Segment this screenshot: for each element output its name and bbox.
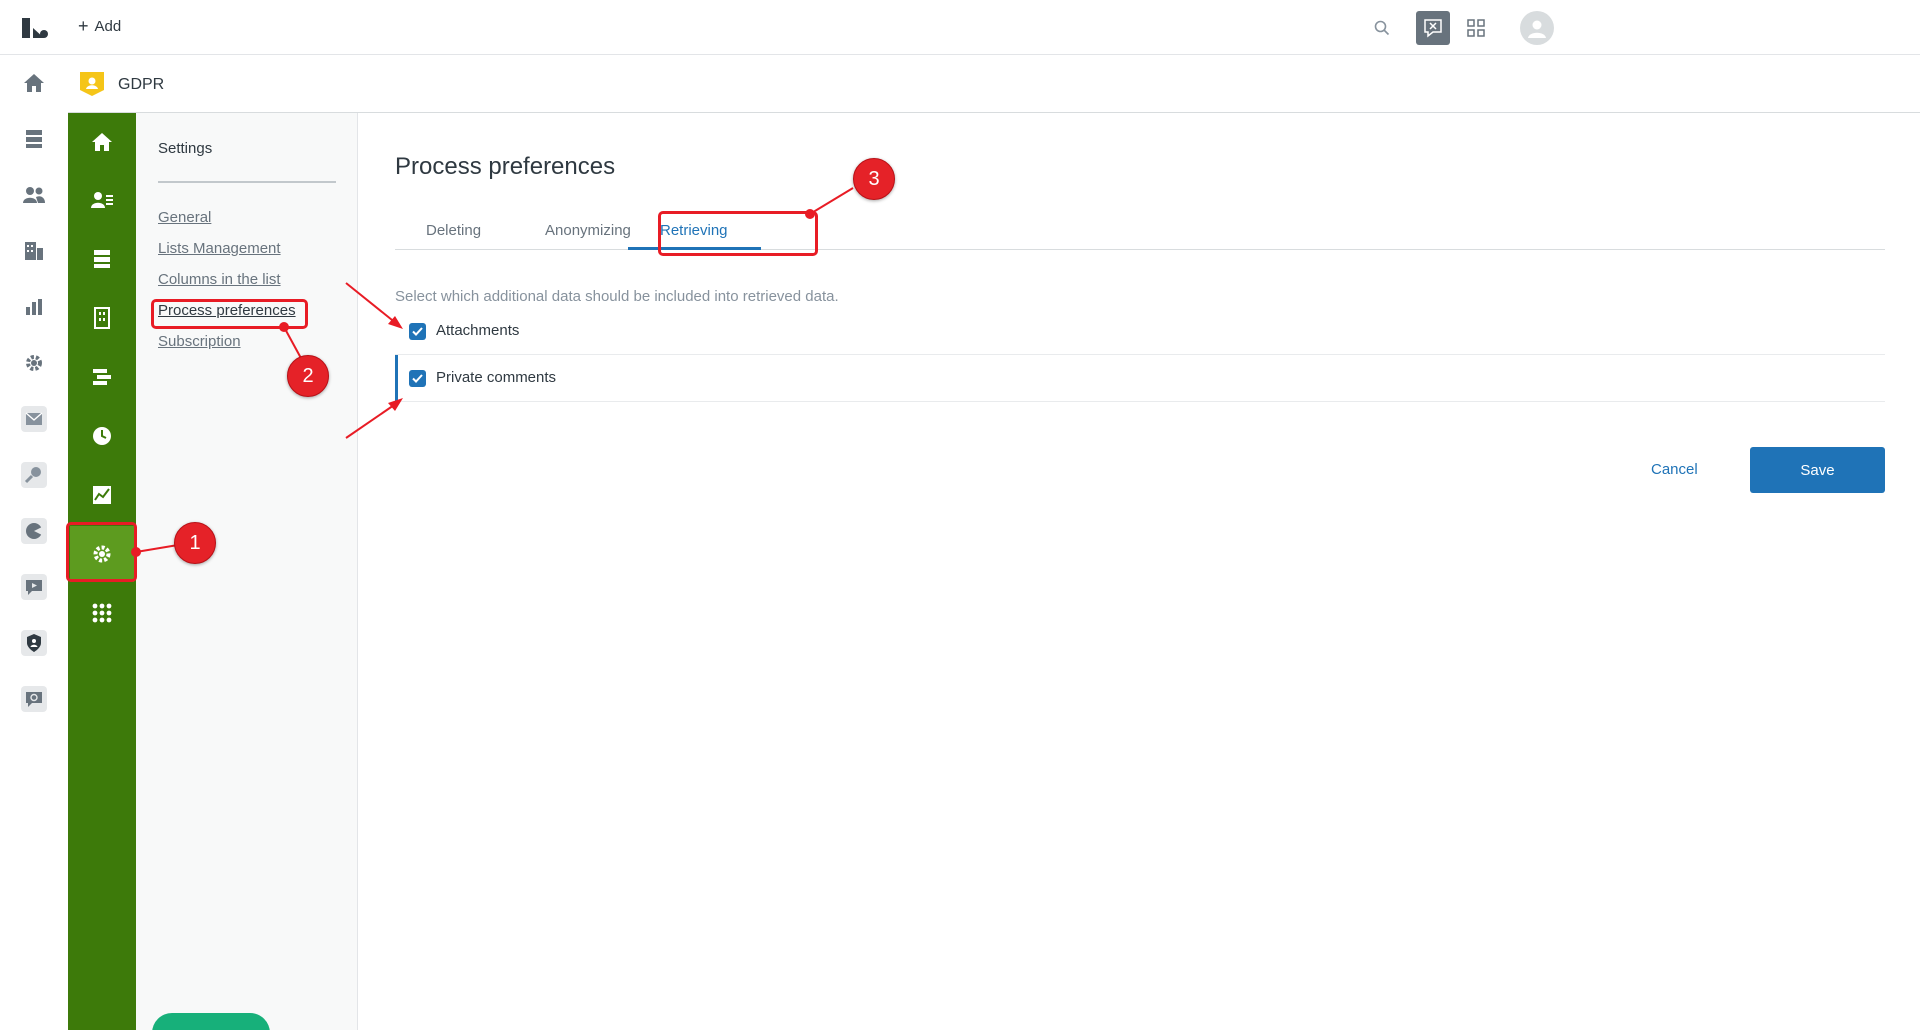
annotation-box-process-preferences <box>151 299 308 329</box>
attachments-checkbox[interactable] <box>409 323 426 340</box>
nav-chart-icon[interactable] <box>87 480 117 510</box>
check-icon <box>412 374 423 383</box>
nav-clock-icon[interactable] <box>87 421 117 451</box>
option-row-attachments: Attachments <box>395 308 1885 355</box>
annotation-box-retrieving <box>658 211 818 256</box>
add-button[interactable]: + Add <box>78 17 121 35</box>
private-comments-label: Private comments <box>436 369 557 386</box>
product-rail <box>0 55 68 1030</box>
app-title: GDPR <box>118 76 165 93</box>
apps-grid-icon[interactable] <box>1462 14 1490 42</box>
settings-link-general[interactable]: General <box>158 209 211 226</box>
organizations-icon[interactable] <box>19 236 49 266</box>
gauge-app-icon[interactable] <box>19 516 49 546</box>
ticket-magnifier-icon[interactable] <box>19 460 49 490</box>
gdpr-app-icon[interactable] <box>19 628 49 658</box>
top-bar: + Add <box>0 0 1920 55</box>
views-icon[interactable] <box>19 124 49 154</box>
nav-tickets-icon[interactable] <box>87 244 117 274</box>
save-button[interactable]: Save <box>1750 447 1885 493</box>
settings-divider <box>158 181 336 183</box>
reporting-icon[interactable] <box>19 292 49 322</box>
attachments-label: Attachments <box>436 322 520 339</box>
settings-panel: Settings General Lists Management Column… <box>136 113 358 1030</box>
conversations-icon[interactable] <box>1416 11 1450 45</box>
annotation-badge-1: 1 <box>174 522 216 564</box>
settings-link-columns[interactable]: Columns in the list <box>158 271 281 288</box>
app-header: GDPR <box>68 55 1920 113</box>
helper-text: Select which additional data should be i… <box>395 288 839 305</box>
help-button[interactable] <box>152 1013 270 1030</box>
option-row-private-comments: Private comments <box>395 355 1885 402</box>
admin-gear-icon[interactable] <box>19 348 49 378</box>
nav-building-icon[interactable] <box>87 303 117 333</box>
cancel-button[interactable]: Cancel <box>1651 461 1698 478</box>
tab-bar: Deleting Anonymizing Retrieving <box>395 210 1885 250</box>
check-icon <box>412 327 423 336</box>
page-title: Process preferences <box>395 153 616 180</box>
main-content: Process preferences Deleting Anonymizing… <box>358 113 1920 1030</box>
settings-link-lists-management[interactable]: Lists Management <box>158 240 281 257</box>
annotation-badge-2: 2 <box>287 355 329 397</box>
annotation-box-settings <box>66 522 137 582</box>
tab-anonymizing[interactable]: Anonymizing <box>545 222 631 239</box>
home-icon[interactable] <box>19 68 49 98</box>
annotation-badge-3: 3 <box>853 158 895 200</box>
nav-list-icon[interactable] <box>87 362 117 392</box>
private-comments-checkbox[interactable] <box>409 370 426 387</box>
chat-app-icon[interactable] <box>19 684 49 714</box>
tab-deleting[interactable]: Deleting <box>426 222 481 239</box>
video-app-icon[interactable] <box>19 572 49 602</box>
mail-app-icon[interactable] <box>19 404 49 434</box>
settings-title: Settings <box>158 140 213 157</box>
user-avatar[interactable] <box>1520 11 1554 45</box>
nav-apps-dots-icon[interactable] <box>87 598 117 628</box>
settings-link-subscription[interactable]: Subscription <box>158 333 241 350</box>
nav-home-icon[interactable] <box>87 127 117 157</box>
gdpr-logo-icon <box>78 70 106 98</box>
add-button-label: Add <box>94 17 122 35</box>
plus-icon: + <box>78 16 89 36</box>
nav-contacts-icon[interactable] <box>87 185 117 215</box>
search-icon[interactable] <box>1368 14 1396 42</box>
customers-icon[interactable] <box>19 180 49 210</box>
app-logo-icon[interactable] <box>20 16 50 40</box>
